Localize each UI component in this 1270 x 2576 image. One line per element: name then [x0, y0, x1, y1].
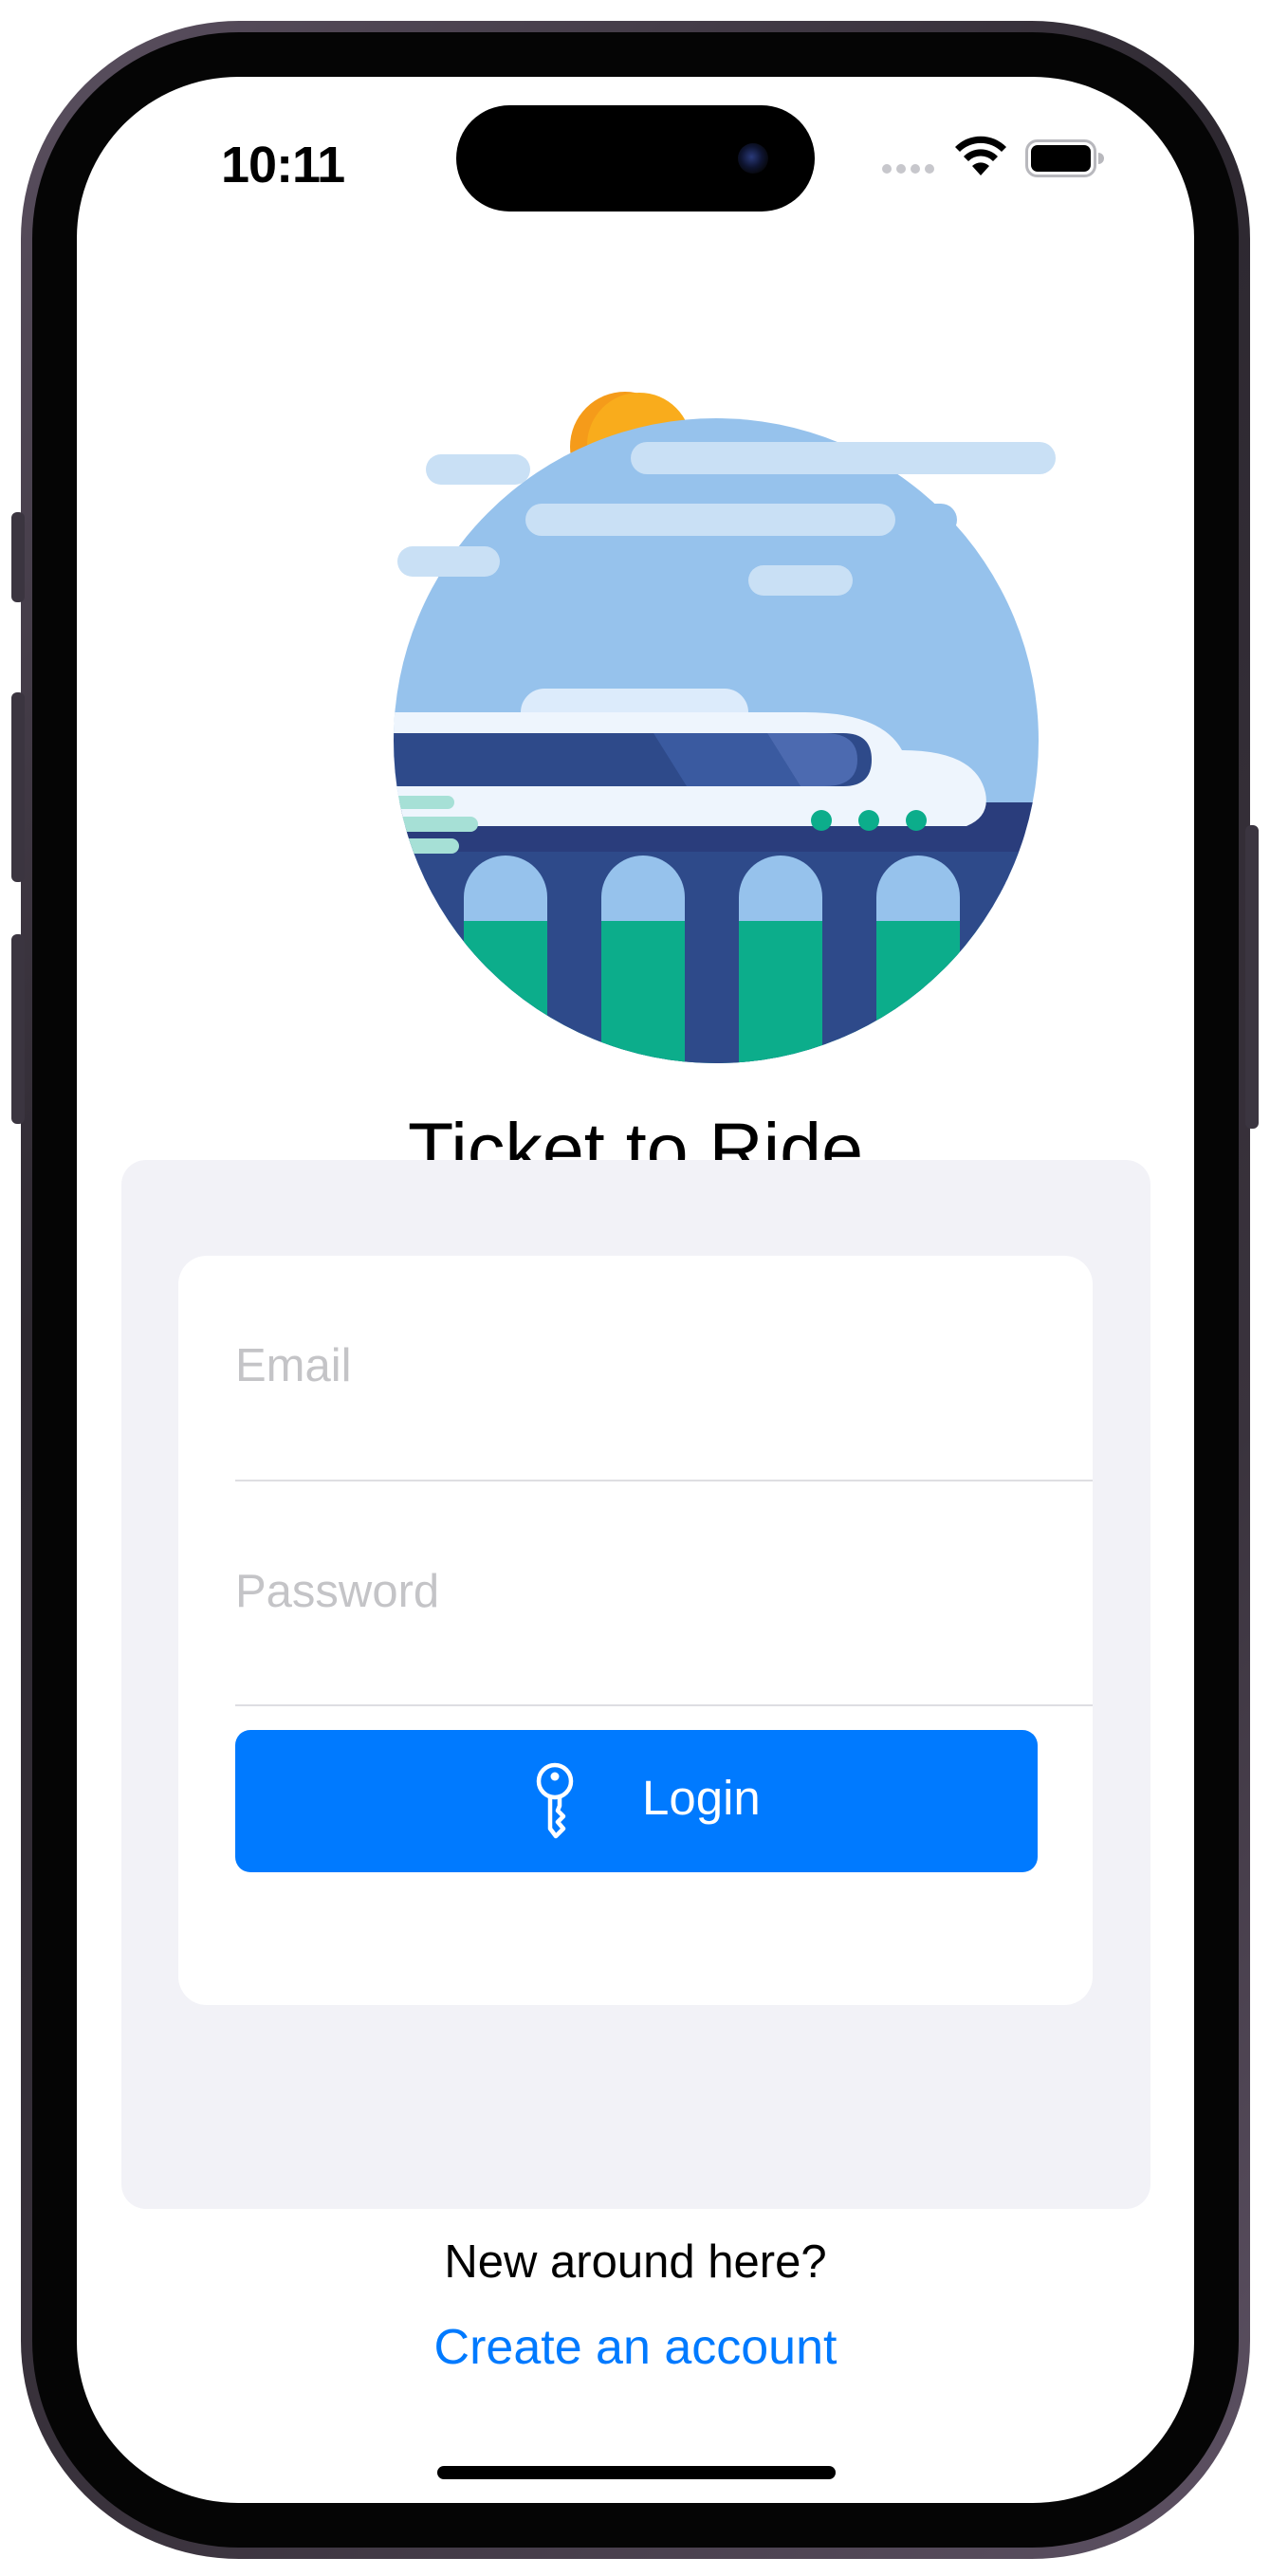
wifi-icon: [955, 136, 1006, 175]
battery-icon: [1025, 139, 1104, 177]
status-time: 10:11: [221, 137, 345, 193]
volume-up-button: [11, 692, 25, 882]
front-camera: [738, 143, 768, 174]
key-icon: [536, 1762, 574, 1839]
side-button: [1245, 825, 1259, 1129]
password-divider: [235, 1704, 1093, 1706]
volume-down-button: [11, 934, 25, 1124]
home-indicator: [437, 2466, 836, 2479]
password-input[interactable]: [235, 1544, 1070, 1639]
signup-prompt: New around here?: [444, 2236, 827, 2288]
train-illustration: [394, 392, 1056, 1063]
create-account-link[interactable]: Create an account: [77, 2319, 1194, 2376]
login-button[interactable]: Login: [235, 1730, 1038, 1872]
login-form: Login: [178, 1256, 1093, 2005]
screen: 10:11 Ticket to Ride Email Login New aro…: [77, 77, 1194, 2503]
login-label: Login: [642, 1771, 761, 1825]
email-divider: [235, 1480, 1093, 1481]
email-input[interactable]: [235, 1318, 1070, 1413]
dynamic-island: [456, 105, 815, 212]
action-button: [11, 512, 25, 602]
